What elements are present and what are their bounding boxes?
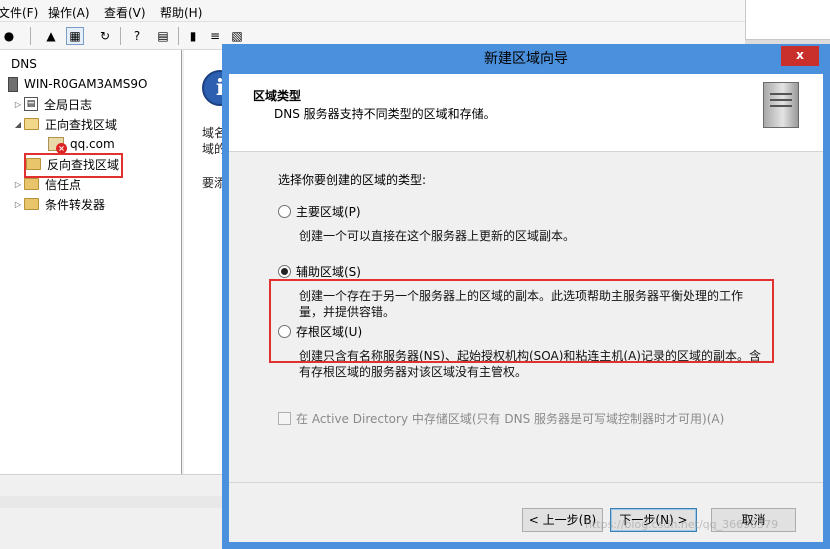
- checkbox-indicator[interactable]: [278, 412, 291, 425]
- dialog-title: 新建区域向导: [484, 51, 568, 67]
- radio-label: 辅助区域(S): [296, 265, 361, 279]
- tree-node-label: WIN-R0GAM3AMS9O: [24, 77, 148, 91]
- radio-label: 主要区域(P): [296, 205, 361, 219]
- tree-node-dns[interactable]: DNS: [2, 54, 37, 74]
- list-icon[interactable]: ≡: [206, 27, 224, 45]
- dialog-client: 区域类型 DNS 服务器支持不同类型的区域和存储。 选择你要创建的区域的类型: …: [229, 74, 823, 542]
- folder-open-icon: [24, 118, 39, 130]
- tree-node-label: 信任点: [45, 177, 82, 192]
- tree-node-global-log[interactable]: ▷ ▤ 全局日志: [12, 94, 92, 114]
- secondary-zone-radio[interactable]: 辅助区域(S): [278, 263, 361, 280]
- new-zone-wizard-dialog: 新建区域向导 x 区域类型 DNS 服务器支持不同类型的区域和存储。 选择你要创…: [222, 44, 830, 549]
- background-window: [745, 0, 830, 40]
- description-line: 有存根区域的服务器对该区域没有主管权。: [299, 365, 528, 379]
- close-button[interactable]: x: [781, 46, 819, 66]
- watermark: https://blog.csdn.net/qq_36690579: [585, 518, 779, 531]
- toolbar-separator: [30, 27, 31, 45]
- export-icon[interactable]: ▧: [228, 27, 246, 45]
- tree-node-qq-com[interactable]: × qq.com: [48, 134, 115, 154]
- refresh-icon[interactable]: ↻: [96, 27, 114, 45]
- toolbar-separator: [120, 27, 121, 45]
- expand-arrow-icon[interactable]: ▷: [12, 180, 24, 189]
- help-icon[interactable]: ?: [128, 27, 146, 45]
- menu-help[interactable]: 帮助(H): [160, 4, 202, 21]
- log-icon: ▤: [24, 97, 38, 111]
- tree-node-label: qq.com: [70, 137, 115, 151]
- ad-storage-checkbox[interactable]: 在 Active Directory 中存储区域(只有 DNS 服务器是可写域控…: [278, 410, 724, 427]
- zone-type-prompt: 选择你要创建的区域的类型:: [278, 173, 427, 187]
- menu-action[interactable]: 操作(A): [48, 4, 90, 21]
- tree-node-label: 全局日志: [44, 97, 93, 112]
- primary-zone-radio[interactable]: 主要区域(P): [278, 203, 361, 220]
- tree-node-server[interactable]: WIN-R0GAM3AMS9O: [8, 74, 147, 94]
- server-icon[interactable]: ▮: [184, 27, 202, 45]
- zone-error-icon: ×: [48, 137, 67, 154]
- menu-bar: 文件(F) 操作(A) 查看(V) 帮助(H): [0, 0, 745, 22]
- up-folder-icon[interactable]: ▲: [42, 27, 60, 45]
- toolbar-separator: [178, 27, 179, 45]
- collapse-arrow-icon[interactable]: ◢: [12, 120, 24, 129]
- tree-node-trust-points[interactable]: ▷ 信任点: [12, 174, 81, 194]
- description-line: 创建一个可以直接在这个服务器上更新的区域副本。: [299, 229, 576, 243]
- highlight-box: [269, 279, 774, 363]
- folder-icon: [24, 178, 39, 190]
- tree-node-label: 正向查找区域: [45, 117, 118, 132]
- properties-icon[interactable]: ▤: [154, 27, 172, 45]
- radio-indicator[interactable]: [278, 205, 291, 218]
- tree-node-label: DNS: [11, 57, 37, 71]
- expand-arrow-icon[interactable]: ▷: [12, 200, 24, 209]
- page-title: 区域类型: [253, 89, 302, 103]
- server-icon: [763, 82, 799, 128]
- option-description: 创建一个可以直接在这个服务器上更新的区域副本。: [299, 228, 575, 244]
- wizard-header: 区域类型 DNS 服务器支持不同类型的区域和存储。: [229, 74, 823, 152]
- forward-icon[interactable]: ●: [0, 27, 18, 45]
- wizard-body: 选择你要创建的区域的类型: 主要区域(P) 创建一个可以直接在这个服务器上更新的…: [229, 152, 823, 482]
- server-icon: [8, 76, 18, 92]
- console-tree: DNS WIN-R0GAM3AMS9O ▷ ▤ 全局日志 ◢ 正向查找区域 × …: [0, 50, 182, 474]
- checkbox-label: 在 Active Directory 中存储区域(只有 DNS 服务器是可写域控…: [296, 412, 725, 426]
- menu-file[interactable]: 文件(F): [0, 4, 38, 21]
- tree-node-label: 条件转发器: [45, 197, 106, 212]
- tree-node-conditional-forwarders[interactable]: ▷ 条件转发器: [12, 194, 105, 214]
- folder-icon: [24, 198, 39, 210]
- radio-indicator[interactable]: [278, 265, 291, 278]
- show-tree-icon[interactable]: ▦: [66, 27, 84, 45]
- tree-node-forward-zones[interactable]: ◢ 正向查找区域: [12, 114, 117, 134]
- menu-view[interactable]: 查看(V): [104, 4, 146, 21]
- wizard-footer: < 上一步(B) 下一步(N) > 取消: [229, 482, 823, 542]
- page-subtitle: DNS 服务器支持不同类型的区域和存储。: [274, 107, 496, 121]
- horizontal-scrollbar[interactable]: [0, 496, 222, 508]
- expand-arrow-icon[interactable]: ▷: [12, 100, 24, 109]
